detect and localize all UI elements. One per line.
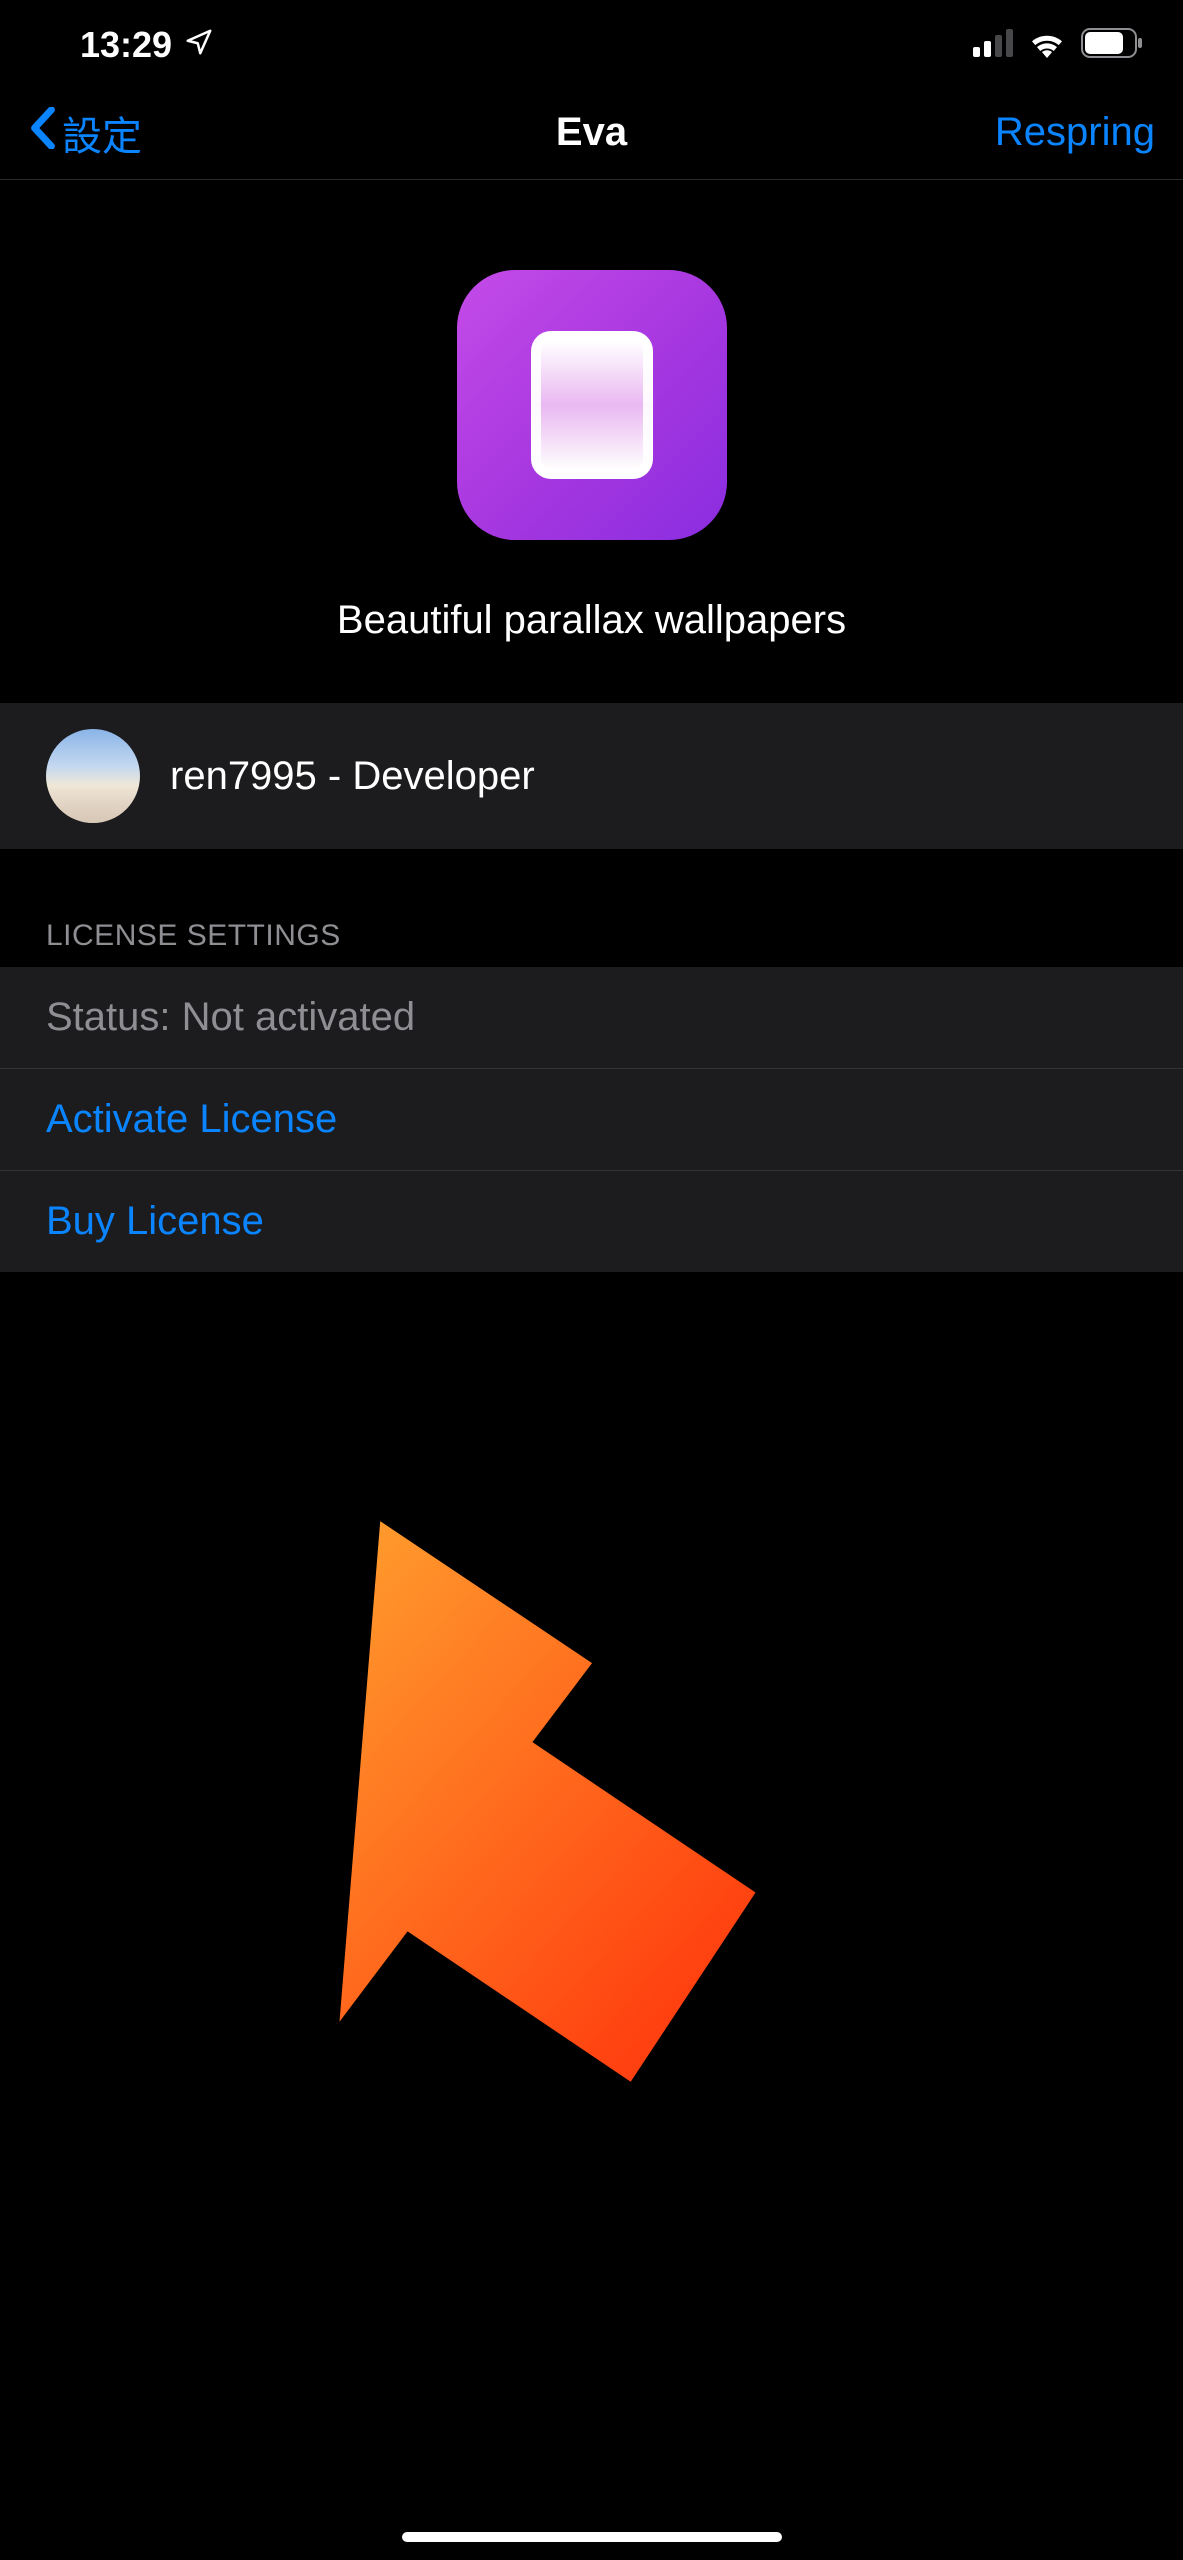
- license-status-row: Status: Not activated: [0, 967, 1183, 1069]
- navigation-bar: 設定 Eva Respring: [0, 90, 1183, 180]
- status-left: 13:29: [80, 24, 214, 66]
- back-button[interactable]: 設定: [28, 104, 142, 162]
- buy-license-button[interactable]: Buy License: [0, 1171, 1183, 1272]
- status-time: 13:29: [80, 24, 172, 66]
- activate-license-button[interactable]: Activate License: [0, 1069, 1183, 1171]
- app-icon-inner: [531, 331, 653, 479]
- developer-name: ren7995 - Developer: [170, 754, 535, 799]
- cellular-signal-icon: [973, 29, 1013, 62]
- license-section-header: LICENSE SETTINGS: [0, 849, 1183, 967]
- battery-icon: [1081, 28, 1143, 63]
- status-right: [973, 28, 1143, 63]
- chevron-left-icon: [28, 107, 58, 159]
- annotation-arrow-overlay: [280, 1500, 800, 2125]
- respring-button[interactable]: Respring: [995, 110, 1155, 155]
- back-label: 設定: [62, 104, 142, 162]
- developer-row[interactable]: ren7995 - Developer: [0, 703, 1183, 849]
- app-icon: [457, 270, 727, 540]
- location-arrow-icon: [184, 24, 214, 66]
- status-bar: 13:29: [0, 0, 1183, 90]
- app-header: Beautiful parallax wallpapers: [0, 180, 1183, 703]
- avatar: [46, 729, 140, 823]
- home-indicator[interactable]: [402, 2532, 782, 2542]
- navigation-title: Eva: [556, 110, 627, 155]
- header-subtitle: Beautiful parallax wallpapers: [337, 598, 846, 643]
- license-settings-group: Status: Not activated Activate License B…: [0, 967, 1183, 1272]
- wifi-icon: [1027, 28, 1067, 63]
